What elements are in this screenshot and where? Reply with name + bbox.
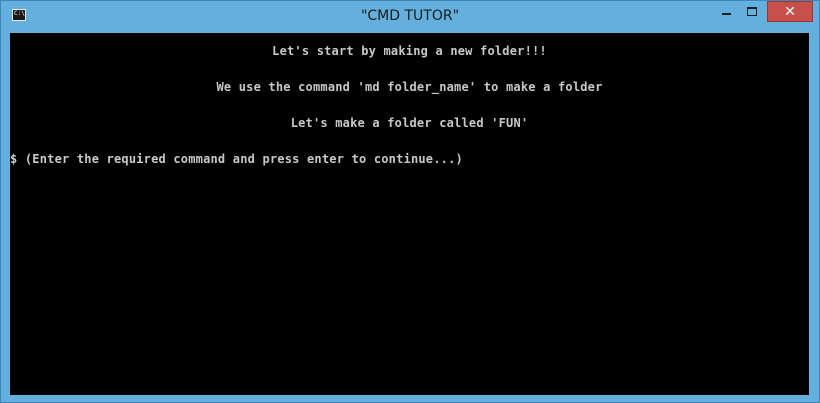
- console-area[interactable]: Let's start by making a new folder!!! We…: [10, 33, 809, 395]
- maximize-icon: [747, 7, 757, 16]
- minimize-icon: [722, 13, 731, 15]
- console-line: We use the command 'md folder_name' to m…: [216, 80, 603, 94]
- cmd-window: C:\ "CMD TUTOR" ✕ Let's start by making …: [0, 0, 820, 403]
- close-icon: ✕: [784, 4, 796, 20]
- minimize-button[interactable]: [713, 1, 739, 22]
- title-bar[interactable]: C:\ "CMD TUTOR" ✕: [1, 1, 819, 33]
- maximize-button[interactable]: [739, 1, 765, 22]
- close-button[interactable]: ✕: [767, 1, 813, 22]
- console-line: Let's start by making a new folder!!!: [272, 44, 547, 58]
- console-line: Let's make a folder called 'FUN': [290, 116, 529, 130]
- window-title: "CMD TUTOR": [360, 8, 460, 24]
- command-input[interactable]: [10, 152, 809, 172]
